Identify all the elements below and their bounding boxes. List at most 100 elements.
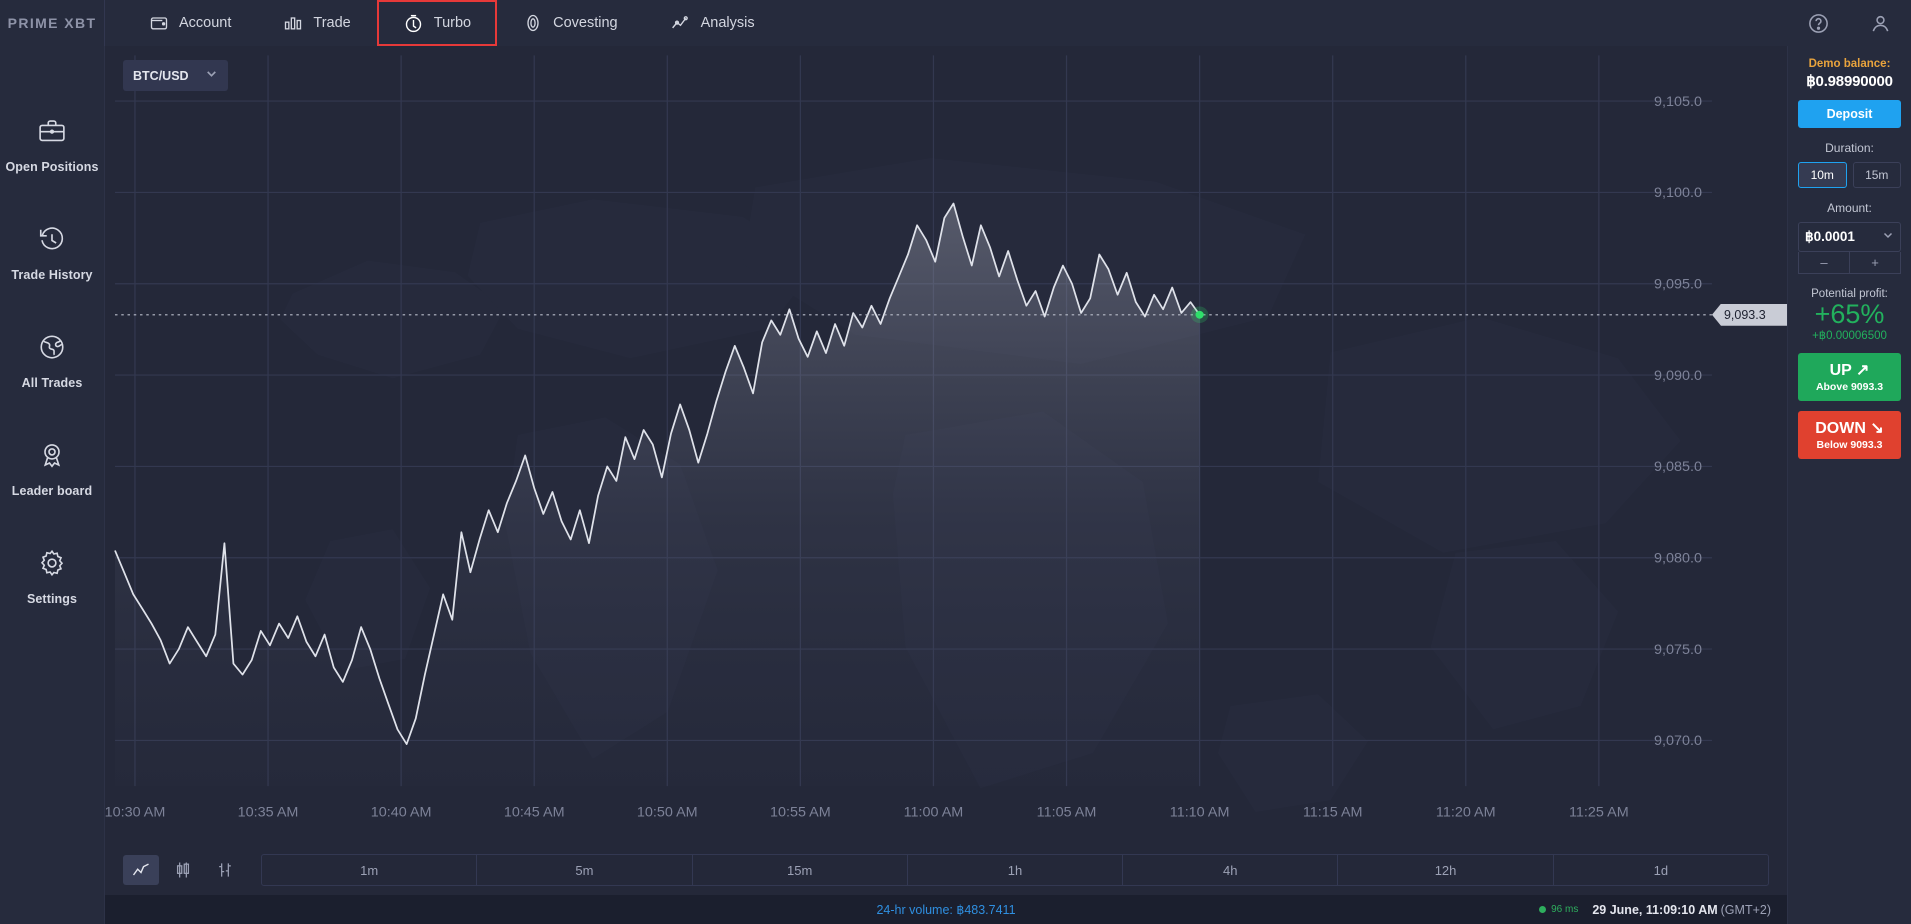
nav-tab-trade[interactable]: Trade	[257, 0, 376, 46]
svg-text:11:25 AM: 11:25 AM	[1569, 804, 1629, 820]
chevron-down-icon	[205, 67, 218, 85]
nav-tab-turbo[interactable]: Turbo	[376, 0, 498, 46]
main-body: Open Positions Trade History All Trades	[0, 46, 1911, 924]
svg-text:11:10 AM: 11:10 AM	[1170, 804, 1230, 820]
sidebar-item-all-trades[interactable]: All Trades	[0, 332, 104, 390]
nav-tab-analysis-label: Analysis	[700, 15, 755, 31]
svg-text:9,075.0: 9,075.0	[1654, 641, 1702, 657]
left-sidebar: Open Positions Trade History All Trades	[0, 46, 105, 924]
sidebar-item-leader-board[interactable]: Leader board	[0, 440, 104, 498]
nav-tab-trade-label: Trade	[313, 15, 351, 31]
svg-text:9,070.0: 9,070.0	[1654, 733, 1702, 749]
down-button-label: DOWN ↘	[1798, 418, 1901, 438]
wallet-icon	[149, 13, 169, 33]
server-timezone: (GMT+2)	[1720, 902, 1771, 917]
timeframe-bar: 1m 5m 15m 1h 4h 12h 1d	[105, 845, 1787, 895]
briefcase-icon	[37, 116, 67, 151]
up-button-label: UP ↗	[1798, 360, 1901, 380]
bars-icon	[283, 13, 303, 33]
timeframe-option-4h[interactable]: 4h	[1123, 855, 1339, 885]
duration-option-15m[interactable]: 15m	[1852, 162, 1901, 188]
svg-text:9,090.0: 9,090.0	[1654, 367, 1702, 383]
up-button-text: UP	[1829, 362, 1852, 380]
nav-tab-account[interactable]: Account	[123, 0, 257, 46]
deposit-button[interactable]: Deposit	[1798, 100, 1901, 128]
user-icon[interactable]	[1849, 0, 1911, 46]
current-price-tag: 9,093.3	[1711, 303, 1787, 326]
symbol-selector[interactable]: BTC/USD	[123, 60, 228, 91]
timeframe-option-1h[interactable]: 1h	[908, 855, 1124, 885]
server-time-value: 29 June, 11:09:10 AM	[1592, 902, 1718, 917]
sidebar-item-trade-history[interactable]: Trade History	[0, 224, 104, 282]
top-navigation-bar: PRIME XBT Account Trade Turbo Covesting …	[0, 0, 1911, 46]
timeframe-options: 1m 5m 15m 1h 4h 12h 1d	[261, 854, 1769, 886]
help-circle-icon[interactable]	[1787, 0, 1849, 46]
last-point-marker	[1195, 310, 1204, 319]
globe-icon	[37, 332, 67, 367]
price-chart[interactable]: 9,105.0 9,100.0 9,095.0 9,090.0 9,085.0 9,080…	[105, 46, 1787, 845]
up-button[interactable]: UP ↗ Above 9093.3	[1798, 353, 1901, 402]
price-chart-canvas: 9,105.0 9,100.0 9,095.0 9,090.0 9,085.0 9,080…	[105, 46, 1787, 845]
symbol-selector-value: BTC/USD	[133, 68, 189, 83]
amount-value: ฿0.0001	[1805, 229, 1855, 244]
sidebar-item-settings[interactable]: Settings	[0, 548, 104, 606]
sidebar-item-open-positions-label: Open Positions	[5, 160, 99, 174]
award-icon	[37, 440, 67, 475]
status-bar-right: 96 ms 29 June, 11:09:10 AM (GMT+2)	[1539, 903, 1771, 917]
nav-tab-covesting[interactable]: Covesting	[497, 0, 643, 46]
timeframe-option-1d[interactable]: 1d	[1554, 855, 1768, 885]
duration-label: Duration:	[1825, 141, 1874, 155]
sidebar-item-settings-label: Settings	[26, 592, 78, 606]
arrow-down-right-icon: ↘	[1870, 420, 1884, 438]
volume-label[interactable]: 24-hr volume: ฿483.7411	[876, 902, 1015, 917]
svg-text:11:00 AM: 11:00 AM	[904, 804, 964, 820]
down-button[interactable]: DOWN ↘ Below 9093.3	[1798, 411, 1901, 460]
svg-text:11:20 AM: 11:20 AM	[1436, 804, 1496, 820]
timeframe-option-5m[interactable]: 5m	[477, 855, 693, 885]
amount-select[interactable]: ฿0.0001	[1798, 222, 1901, 252]
timeframe-option-1m[interactable]: 1m	[262, 855, 478, 885]
chart-type-group	[123, 855, 243, 885]
svg-text:10:45 AM: 10:45 AM	[504, 804, 565, 820]
timeframe-option-12h[interactable]: 12h	[1338, 855, 1554, 885]
duration-option-10m[interactable]: 10m	[1798, 162, 1847, 188]
coin-icon	[523, 13, 543, 33]
amount-stepper: – +	[1798, 252, 1901, 274]
bar-chart-icon[interactable]	[207, 855, 243, 885]
nav-tab-account-label: Account	[179, 15, 232, 31]
server-time: 29 June, 11:09:10 AM (GMT+2)	[1592, 903, 1771, 917]
ping-indicator: 96 ms	[1539, 904, 1578, 915]
duration-options: 10m 15m	[1798, 162, 1901, 188]
amount-label: Amount:	[1827, 201, 1872, 215]
top-nav-items: Account Trade Turbo Covesting Analysis	[123, 0, 781, 46]
brand-logo[interactable]: PRIME XBT	[0, 0, 105, 46]
sidebar-item-leader-board-label: Leader board	[11, 484, 93, 498]
sidebar-item-open-positions[interactable]: Open Positions	[0, 116, 104, 174]
line-chart-icon[interactable]	[123, 855, 159, 885]
ping-value: 96 ms	[1551, 904, 1579, 915]
potential-profit-absolute: +฿0.00006500	[1812, 330, 1887, 343]
down-button-text: DOWN	[1815, 420, 1866, 438]
turbo-icon	[403, 13, 424, 34]
ping-status-dot	[1539, 906, 1547, 913]
candlestick-chart-icon[interactable]	[165, 855, 201, 885]
brand-logo-text: PRIME XBT	[7, 15, 97, 31]
svg-text:9,095.0: 9,095.0	[1654, 276, 1702, 292]
amount-increment-button[interactable]: +	[1850, 252, 1900, 273]
arrow-up-right-icon: ↗	[1855, 362, 1870, 380]
potential-profit-percent: +65%	[1814, 299, 1885, 329]
up-button-sublabel: Above 9093.3	[1815, 381, 1884, 394]
svg-text:11:05 AM: 11:05 AM	[1037, 804, 1097, 820]
svg-text:9,085.0: 9,085.0	[1654, 459, 1702, 475]
amount-decrement-button[interactable]: –	[1799, 252, 1850, 273]
turbo-trading-app: PRIME XBT Account Trade Turbo Covesting …	[0, 0, 1911, 924]
svg-text:9,105.0: 9,105.0	[1654, 93, 1702, 109]
nav-tab-covesting-label: Covesting	[553, 15, 618, 31]
sidebar-item-all-trades-label: All Trades	[21, 376, 83, 390]
svg-text:10:35 AM: 10:35 AM	[238, 804, 299, 820]
timeframe-option-15m[interactable]: 15m	[693, 855, 908, 885]
nav-tab-analysis[interactable]: Analysis	[644, 0, 781, 46]
analysis-icon	[670, 13, 691, 34]
chart-column: 9,105.0 9,100.0 9,095.0 9,090.0 9,085.0 9,080…	[105, 46, 1787, 924]
svg-text:10:40 AM: 10:40 AM	[371, 804, 432, 820]
